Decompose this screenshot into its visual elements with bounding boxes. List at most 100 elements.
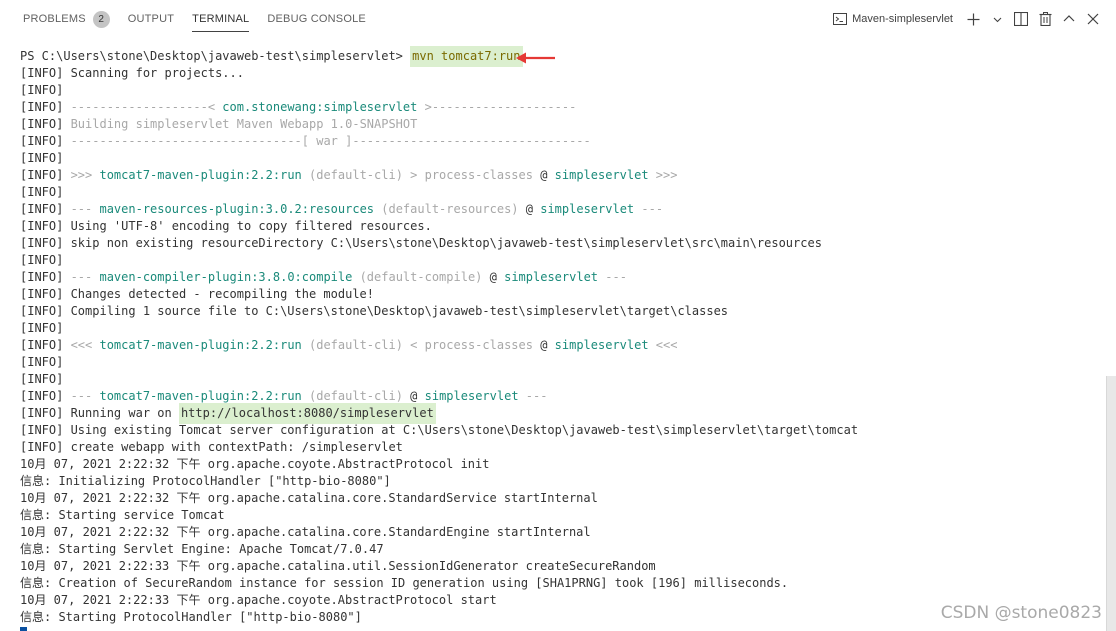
- terminal-line: [INFO] Running war on http://localhost:8…: [20, 403, 1096, 424]
- close-panel-button[interactable]: [1082, 8, 1104, 30]
- terminal-line: 10月 07, 2021 2:22:32 下午 org.apache.coyot…: [20, 456, 1096, 473]
- trash-icon: [1039, 12, 1052, 26]
- chevron-up-icon: [1063, 13, 1075, 25]
- terminal-text: maven-compiler-plugin:3.8.0:compile: [99, 270, 353, 284]
- terminal-text: [INFO] Using existing Tomcat server conf…: [20, 423, 859, 437]
- terminal-text: PS C:\Users\stone\Desktop\javaweb-test\s…: [20, 49, 411, 63]
- terminal-line: 10月 07, 2021 2:22:32 下午 org.apache.catal…: [20, 524, 1096, 541]
- tab-output-label: OUTPUT: [127, 13, 175, 25]
- terminal-line: PS C:\Users\stone\Desktop\javaweb-test\s…: [20, 46, 1096, 67]
- split-icon: [1014, 12, 1028, 26]
- terminal-text: -------------------<: [70, 100, 223, 114]
- terminal-line: 信息: Starting ProtocolHandler ["http-bio-…: [20, 609, 1096, 626]
- terminal-line: [INFO]: [20, 354, 1096, 371]
- terminal-text: (default-resources): [374, 202, 519, 216]
- tab-terminal[interactable]: TERMINAL: [183, 0, 258, 38]
- terminal-line: [INFO] >>> tomcat7-maven-plugin:2.2:run …: [20, 167, 1096, 184]
- terminal-text: 信息: Starting Servlet Engine: Apache Tomc…: [20, 542, 384, 556]
- close-icon: [1087, 13, 1099, 25]
- terminal-text: (default-compile): [352, 270, 483, 284]
- terminal-text: 10月 07, 2021 2:22:32 下午 org.apache.coyot…: [20, 457, 490, 471]
- terminal-text: [INFO]: [20, 117, 71, 131]
- terminal-text: (default-cli) > process-classes: [301, 168, 533, 182]
- terminal-text: @: [402, 389, 425, 403]
- terminal-line: [INFO] --------------------------------[…: [20, 133, 1096, 150]
- terminal-output[interactable]: PS C:\Users\stone\Desktop\javaweb-test\s…: [0, 38, 1116, 631]
- terminal-line: [INFO]: [20, 371, 1096, 388]
- terminal-line: 信息: Starting service Tomcat: [20, 507, 1096, 524]
- terminal-text: ---: [634, 202, 664, 216]
- terminal-text: [INFO] Scanning for projects...: [20, 66, 244, 80]
- terminal-text: [INFO]: [20, 134, 71, 148]
- chevron-down-icon: [993, 15, 1002, 24]
- terminal-text: [INFO] create webapp with contextPath: /…: [20, 440, 403, 454]
- terminal-text: com.stonewang:simpleservlet: [222, 100, 418, 114]
- terminal-text: --------------------------------[ war ]-…: [70, 134, 591, 148]
- terminal-text: 10月 07, 2021 2:22:33 下午 org.apache.coyot…: [20, 593, 497, 607]
- terminal-text: [INFO]: [20, 185, 64, 199]
- terminal-text: simpleservlet: [504, 270, 599, 284]
- terminal-text: [INFO]: [20, 151, 64, 165]
- terminal-line: [INFO] --- maven-resources-plugin:3.0.2:…: [20, 201, 1096, 218]
- terminal-text: 信息: Starting service Tomcat: [20, 508, 225, 522]
- terminal-text: (default-cli): [301, 389, 403, 403]
- kill-terminal-button[interactable]: [1034, 8, 1056, 30]
- terminal-line: [INFO]: [20, 150, 1096, 167]
- terminal-line: [INFO] skip non existing resourceDirecto…: [20, 235, 1096, 252]
- terminal-text: [INFO]: [20, 202, 71, 216]
- terminal-text: >>>: [648, 168, 678, 182]
- terminal-line: [INFO]: [20, 252, 1096, 269]
- terminal-text: tomcat7-maven-plugin:2.2:run: [99, 338, 302, 352]
- terminal-text: >--------------------: [417, 100, 577, 114]
- panel-header: PROBLEMS 2 OUTPUT TERMINAL DEBUG CONSOLE…: [0, 0, 1116, 38]
- terminal-line: [INFO]: [20, 184, 1096, 201]
- terminal-line: [INFO] <<< tomcat7-maven-plugin:2.2:run …: [20, 337, 1096, 354]
- tab-debug-console[interactable]: DEBUG CONSOLE: [258, 0, 375, 38]
- terminal-line: 10月 07, 2021 2:22:33 下午 org.apache.catal…: [20, 558, 1096, 575]
- terminal-text: @: [518, 202, 541, 216]
- plus-icon: [967, 13, 980, 26]
- terminal-line: 信息: Initializing ProtocolHandler ["http-…: [20, 473, 1096, 490]
- terminal-text: [INFO] Running war on: [20, 406, 179, 420]
- maximize-panel-button[interactable]: [1058, 8, 1080, 30]
- terminal-text: [INFO] Changes detected - recompiling th…: [20, 287, 375, 301]
- terminal-cursor: [20, 627, 27, 631]
- terminal-text: 10月 07, 2021 2:22:32 下午 org.apache.catal…: [20, 491, 598, 505]
- terminal-selector[interactable]: Maven-simpleservlet: [830, 8, 956, 30]
- terminal-line: [INFO] Using 'UTF-8' encoding to copy fi…: [20, 218, 1096, 235]
- terminal-line: [INFO] Changes detected - recompiling th…: [20, 286, 1096, 303]
- tab-problems[interactable]: PROBLEMS 2: [14, 0, 119, 38]
- terminal-text: >>>: [70, 168, 100, 182]
- tab-debug-console-label: DEBUG CONSOLE: [267, 13, 366, 25]
- terminal-text: @: [532, 338, 555, 352]
- terminal-text: (default-cli) < process-classes: [301, 338, 533, 352]
- terminal-line: [INFO] Building simpleservlet Maven Weba…: [20, 116, 1096, 133]
- terminal-scrollbar[interactable]: [1106, 376, 1116, 631]
- terminal-lines: PS C:\Users\stone\Desktop\javaweb-test\s…: [20, 46, 1096, 626]
- terminal-name: Maven-simpleservlet: [852, 13, 953, 25]
- terminal-text: ---: [598, 270, 627, 284]
- terminal-text: Building simpleservlet Maven Webapp 1.0-…: [70, 117, 418, 131]
- terminal-icon: [833, 12, 848, 26]
- terminal-line: [INFO]: [20, 320, 1096, 337]
- tab-output[interactable]: OUTPUT: [119, 0, 183, 38]
- terminal-text: [INFO]: [20, 389, 71, 403]
- terminal-text: 10月 07, 2021 2:22:32 下午 org.apache.catal…: [20, 525, 591, 539]
- terminal-text: [INFO]: [20, 338, 71, 352]
- terminal-text: simpleservlet: [540, 202, 635, 216]
- highlighted-text: http://localhost:8080/simpleservlet: [178, 403, 436, 424]
- terminal-text: ---: [70, 270, 100, 284]
- terminal-line: [INFO] --- maven-compiler-plugin:3.8.0:c…: [20, 269, 1096, 286]
- terminal-line: [INFO] -------------------< com.stonewan…: [20, 99, 1096, 116]
- terminal-text: maven-resources-plugin:3.0.2:resources: [99, 202, 375, 216]
- terminal-line: 信息: Starting Servlet Engine: Apache Tomc…: [20, 541, 1096, 558]
- split-terminal-button[interactable]: [1010, 8, 1032, 30]
- terminal-line: 10月 07, 2021 2:22:32 下午 org.apache.catal…: [20, 490, 1096, 507]
- launch-profile-dropdown[interactable]: [986, 8, 1008, 30]
- tab-terminal-label: TERMINAL: [192, 13, 250, 25]
- panel-actions: Maven-simpleservlet: [830, 0, 1116, 38]
- terminal-line: [INFO] Using existing Tomcat server conf…: [20, 422, 1096, 439]
- new-terminal-button[interactable]: [962, 8, 984, 30]
- highlighted-text: mvn tomcat7:run: [410, 46, 523, 67]
- terminal-text: [INFO]: [20, 372, 64, 386]
